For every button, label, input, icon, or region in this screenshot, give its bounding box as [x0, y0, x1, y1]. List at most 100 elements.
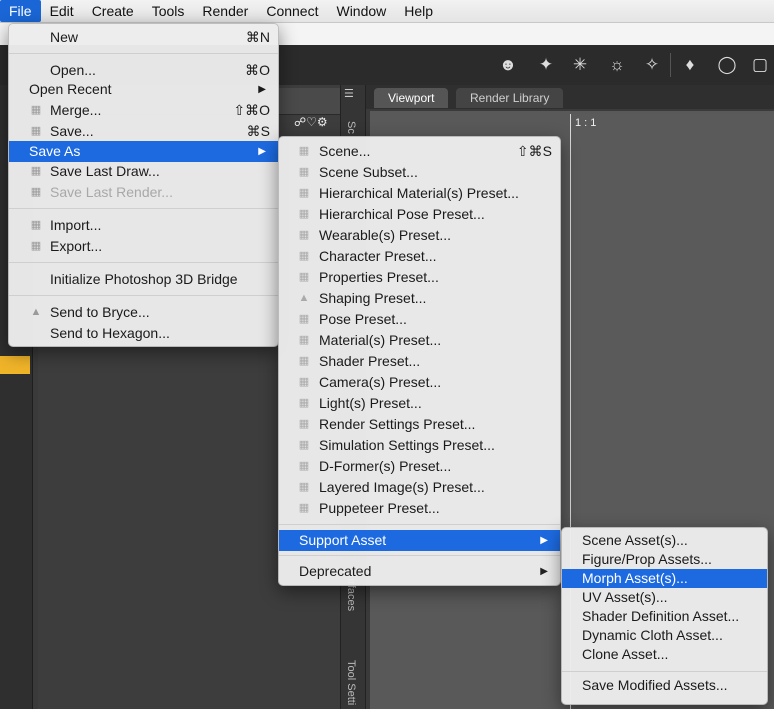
spotlight-icon[interactable]: ✦	[534, 53, 558, 77]
distant-light-icon[interactable]: ✳	[568, 53, 592, 77]
save-icon: ▦	[30, 125, 42, 137]
shortcut-label: ⌘N	[245, 29, 270, 45]
pose-icon: ▦	[298, 208, 310, 220]
menu-item-deprecated[interactable]: Deprecated ▶	[279, 561, 560, 582]
menu-item-hier-material-preset[interactable]: ▦ Hierarchical Material(s) Preset...	[279, 183, 560, 204]
menu-item-hier-pose-preset[interactable]: ▦ Hierarchical Pose Preset...	[279, 204, 560, 225]
pose-preset-icon: ▦	[298, 313, 310, 325]
tab-viewport[interactable]: Viewport	[374, 88, 449, 108]
menu-file[interactable]: File	[0, 0, 41, 22]
menu-item-export[interactable]: ▦ Export...	[9, 236, 278, 257]
support-asset-submenu: Scene Asset(s)... Figure/Prop Assets... …	[561, 527, 768, 705]
merge-icon: ▦	[30, 104, 42, 116]
menu-item-camera-preset[interactable]: ▦ Camera(s) Preset...	[279, 372, 560, 393]
menu-separator	[9, 295, 278, 296]
menu-item-scene-asset[interactable]: Scene Asset(s)...	[562, 531, 767, 550]
menu-item-save[interactable]: ▦ Save... ⌘S	[9, 121, 278, 142]
menu-item-save-last-render: ▦ Save Last Render...	[30, 184, 173, 200]
menu-create[interactable]: Create	[83, 0, 143, 22]
submenu-arrow-icon: ▶	[540, 535, 548, 546]
menu-item-light-preset[interactable]: ▦ Light(s) Preset...	[279, 393, 560, 414]
menu-render[interactable]: Render	[193, 0, 257, 22]
material-preset-icon: ▦	[298, 334, 310, 346]
scene-icon: ▦	[298, 145, 310, 157]
paint-bucket-icon[interactable]: ♦	[678, 53, 702, 77]
menu-item-new[interactable]: New ⌘N	[9, 27, 278, 48]
menu-item-material-preset[interactable]: ▦ Material(s) Preset...	[279, 330, 560, 351]
menu-item-send-to-hexagon[interactable]: Send to Hexagon...	[9, 323, 278, 344]
menu-item-photoshop-bridge[interactable]: Initialize Photoshop 3D Bridge	[9, 269, 278, 290]
menu-window[interactable]: Window	[327, 0, 395, 22]
bryce-icon: ▲	[30, 306, 42, 318]
tab-render-library[interactable]: Render Library	[456, 88, 564, 108]
submenu-arrow-icon: ▶	[258, 146, 266, 157]
viewport-tab-bar: Viewport Render Library	[366, 85, 774, 109]
active-side-tab[interactable]	[0, 356, 30, 374]
menu-separator	[279, 524, 560, 525]
shortcut-label: ⇧⌘O	[233, 102, 270, 118]
simulation-icon: ▦	[298, 439, 310, 451]
shortcut-label: ⇧⌘S	[516, 143, 552, 159]
camera-figure-icon[interactable]: ☻	[496, 53, 520, 77]
menu-item-open-recent[interactable]: Open Recent ▶	[9, 79, 278, 100]
character-icon: ▦	[298, 250, 310, 262]
menu-bar: File Edit Create Tools Render Connect Wi…	[0, 0, 774, 23]
submenu-arrow-icon: ▶	[258, 84, 266, 95]
menu-tools[interactable]: Tools	[143, 0, 194, 22]
menu-separator	[279, 555, 560, 556]
point-light-icon[interactable]: ☼	[605, 53, 629, 77]
menu-separator	[9, 53, 278, 54]
save-as-submenu: ▦ Scene... ⇧⌘S ▦ Scene Subset... ▦ Hiera…	[278, 136, 561, 586]
menu-item-puppeteer-preset[interactable]: ▦ Puppeteer Preset...	[279, 498, 560, 519]
transform-icon[interactable]: ◯	[715, 53, 739, 77]
export-icon: ▦	[30, 240, 42, 252]
menu-item-morph-asset[interactable]: Morph Asset(s)...	[562, 569, 767, 588]
pane-menu-icon[interactable]: ☰	[344, 88, 358, 100]
menu-item-render-settings-preset[interactable]: ▦ Render Settings Preset...	[279, 414, 560, 435]
menu-item-uv-asset[interactable]: UV Asset(s)...	[562, 588, 767, 607]
menu-item-figure-prop-assets[interactable]: Figure/Prop Assets...	[562, 550, 767, 569]
properties-icon: ▦	[298, 271, 310, 283]
puppeteer-icon: ▦	[298, 502, 310, 514]
menu-item-scene-subset[interactable]: ▦ Scene Subset...	[279, 162, 560, 183]
menu-item-merge[interactable]: ▦ Merge... ⇧⌘O	[9, 100, 278, 121]
menu-item-send-to-bryce[interactable]: ▲ Send to Bryce...	[9, 302, 278, 323]
menu-item-save-as[interactable]: Save As ▶	[9, 141, 278, 162]
menu-help[interactable]: Help	[395, 0, 442, 22]
file-menu: New ⌘N Open... ⌘O Open Recent ▶ ▦ Merge.…	[8, 23, 279, 347]
light-wand-icon[interactable]: ✧	[640, 53, 664, 77]
menu-item-support-asset[interactable]: Support Asset ▶	[279, 530, 560, 551]
menu-item-properties-preset[interactable]: ▦ Properties Preset...	[279, 267, 560, 288]
material-icon: ▦	[298, 187, 310, 199]
menu-item-shader-definition-asset[interactable]: Shader Definition Asset...	[562, 607, 767, 626]
aspect-ratio-label: 1 : 1	[575, 117, 597, 129]
menu-item-save-scene[interactable]: ▦ Scene... ⇧⌘S	[279, 141, 560, 162]
dformer-icon: ▦	[298, 460, 310, 472]
menu-item-simulation-settings-preset[interactable]: ▦ Simulation Settings Preset...	[279, 435, 560, 456]
pane-options-icons[interactable]: ☍♡⚙	[294, 115, 328, 129]
light-icon: ▦	[298, 397, 310, 409]
menu-item-open[interactable]: Open... ⌘O	[9, 60, 278, 81]
menu-item-shaping-preset[interactable]: ▲ Shaping Preset...	[279, 288, 560, 309]
menu-item-layered-image-preset[interactable]: ▦ Layered Image(s) Preset...	[279, 477, 560, 498]
menu-item-wearable-preset[interactable]: ▦ Wearable(s) Preset...	[279, 225, 560, 246]
menu-edit[interactable]: Edit	[41, 0, 83, 22]
shortcut-label: ⌘O	[245, 62, 270, 78]
menu-item-save-modified-assets[interactable]: Save Modified Assets...	[562, 676, 767, 695]
menu-item-dformer-preset[interactable]: ▦ D-Former(s) Preset...	[279, 456, 560, 477]
menu-item-dynamic-cloth-asset[interactable]: Dynamic Cloth Asset...	[562, 626, 767, 645]
submenu-arrow-icon: ▶	[540, 566, 548, 577]
menu-item-save-last-draw[interactable]: ▦ Save Last Draw...	[9, 161, 278, 182]
move-icon[interactable]: ▢	[748, 53, 772, 77]
menu-item-shader-preset[interactable]: ▦ Shader Preset...	[279, 351, 560, 372]
menu-connect[interactable]: Connect	[257, 0, 327, 22]
save-draw-icon: ▦	[30, 165, 42, 177]
menu-item-import[interactable]: ▦ Import...	[9, 215, 278, 236]
render-settings-icon: ▦	[298, 418, 310, 430]
menu-item-clone-asset[interactable]: Clone Asset...	[562, 645, 767, 664]
tab-tool-settings[interactable]: Tool Setti	[345, 660, 357, 705]
layered-image-icon: ▦	[298, 481, 310, 493]
menu-item-pose-preset[interactable]: ▦ Pose Preset...	[279, 309, 560, 330]
tab-scene[interactable]: Sc	[345, 121, 357, 134]
menu-item-character-preset[interactable]: ▦ Character Preset...	[279, 246, 560, 267]
